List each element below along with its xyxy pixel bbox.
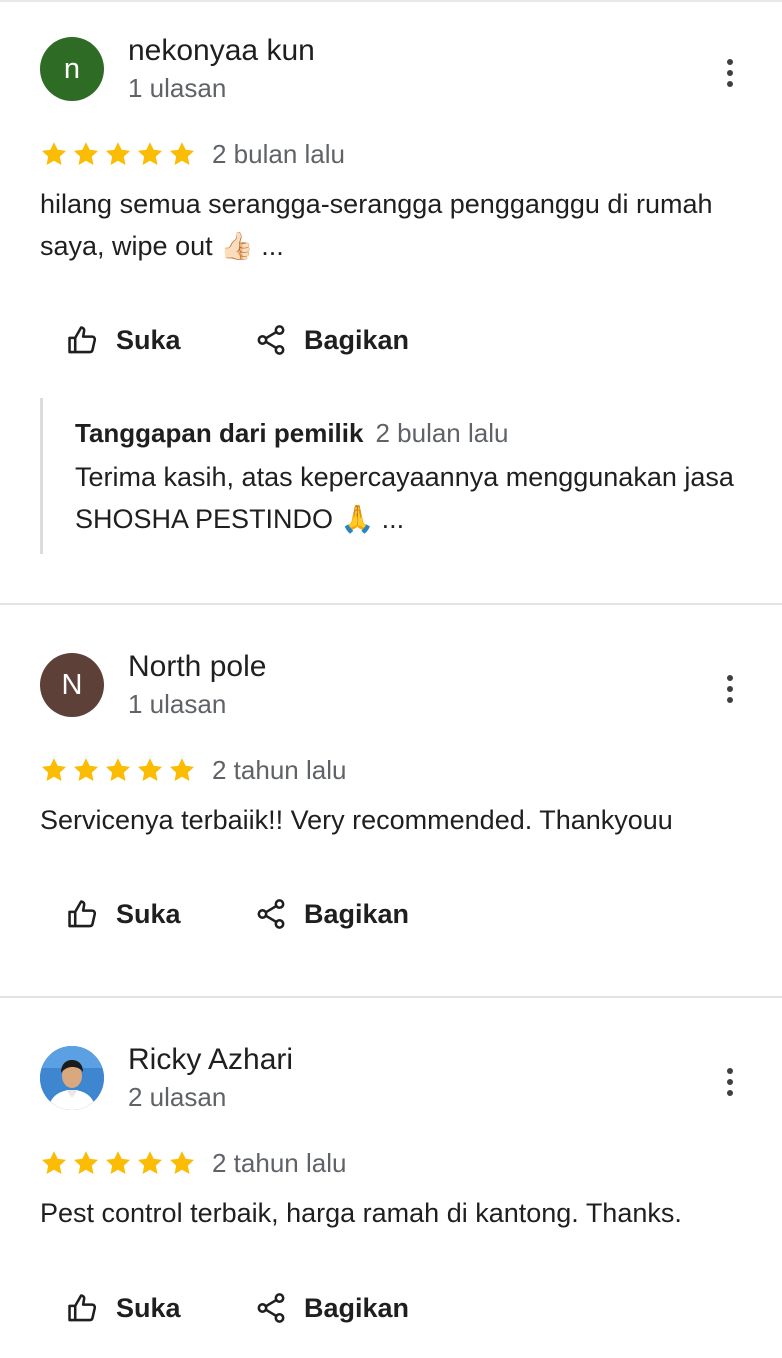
star-icon [73, 1151, 99, 1174]
owner-reply-header: Tanggapan dari pemilik 2 bulan lalu [75, 418, 508, 449]
star-icon [41, 1151, 67, 1174]
avatar[interactable]: n [40, 37, 104, 101]
thumb-up-icon [68, 900, 97, 928]
star-icon [41, 142, 67, 165]
like-label: Suka [116, 1292, 181, 1323]
star-icon [105, 1151, 131, 1174]
avatar-photo[interactable] [40, 1046, 104, 1110]
star-rating [40, 140, 196, 168]
thumb-up-icon [68, 1294, 97, 1322]
star-icon [105, 142, 131, 165]
share-label: Bagikan [304, 898, 410, 929]
review-card: n nekonyaa kun 1 ulasan 2 bulan lalu hil… [0, 0, 782, 604]
owner-reply-date: 2 bulan lalu [375, 418, 509, 448]
avatar-initial: n [63, 52, 81, 85]
like-button[interactable]: Suka [66, 897, 181, 931]
share-icon [257, 1293, 285, 1323]
star-icon [137, 1151, 163, 1174]
avatar-initial: N [61, 668, 83, 701]
share-label: Bagikan [304, 1292, 410, 1323]
share-label: Bagikan [304, 324, 410, 355]
star-icon [105, 758, 131, 781]
star-icon [137, 758, 163, 781]
star-icon [41, 758, 67, 781]
person-photo-icon [40, 1046, 104, 1110]
star-icon [169, 142, 195, 165]
reviewer-review-count: 1 ulasan [128, 689, 227, 719]
reviewer-review-count: 2 ulasan [128, 1082, 227, 1112]
avatar[interactable]: N [40, 653, 104, 717]
star-icon [169, 1151, 195, 1174]
share-button[interactable]: Bagikan [254, 323, 409, 357]
reviewer-review-count: 1 ulasan [128, 73, 227, 103]
star-icon [169, 758, 195, 781]
share-icon [257, 899, 285, 929]
owner-reply: Tanggapan dari pemilik 2 bulan lalu Terim… [40, 398, 743, 554]
more-vert-icon [727, 59, 733, 65]
like-button[interactable]: Suka [66, 1291, 181, 1325]
review-date: 2 bulan lalu [212, 139, 345, 169]
more-options-button[interactable] [714, 53, 746, 93]
thumb-up-icon [68, 326, 97, 354]
star-icon [137, 142, 163, 165]
share-button[interactable]: Bagikan [254, 1291, 409, 1325]
like-label: Suka [116, 898, 181, 929]
star-rating [40, 1149, 196, 1177]
review-text[interactable]: hilang semua serangga-serangga penggangg… [40, 183, 730, 267]
more-vert-icon [727, 675, 733, 681]
more-options-button[interactable] [714, 1062, 746, 1102]
reviewer-name[interactable]: North pole [128, 650, 266, 684]
review-card: N North pole 1 ulasan 2 tahun lalu Servi… [0, 604, 782, 997]
star-rating [40, 756, 196, 784]
share-icon [257, 325, 285, 355]
like-label: Suka [116, 324, 181, 355]
star-icon [73, 142, 99, 165]
review-date: 2 tahun lalu [212, 755, 347, 785]
owner-reply-text[interactable]: Terima kasih, atas kepercayaannya menggu… [75, 456, 735, 540]
review-date: 2 tahun lalu [212, 1148, 347, 1178]
review-card: Ricky Azhari 2 ulasan 2 tahun lalu Pest … [0, 997, 782, 1358]
review-text[interactable]: Pest control terbaik, harga ramah di kan… [40, 1192, 730, 1234]
owner-reply-title: Tanggapan dari pemilik [75, 418, 364, 448]
review-text[interactable]: Servicenya terbaiik!! Very recommended. … [40, 799, 730, 841]
reviewer-name[interactable]: Ricky Azhari [128, 1043, 293, 1077]
star-icon [73, 758, 99, 781]
more-vert-icon [727, 1068, 733, 1074]
like-button[interactable]: Suka [66, 323, 181, 357]
reviewer-name[interactable]: nekonyaa kun [128, 34, 315, 68]
share-button[interactable]: Bagikan [254, 897, 409, 931]
more-options-button[interactable] [714, 669, 746, 709]
